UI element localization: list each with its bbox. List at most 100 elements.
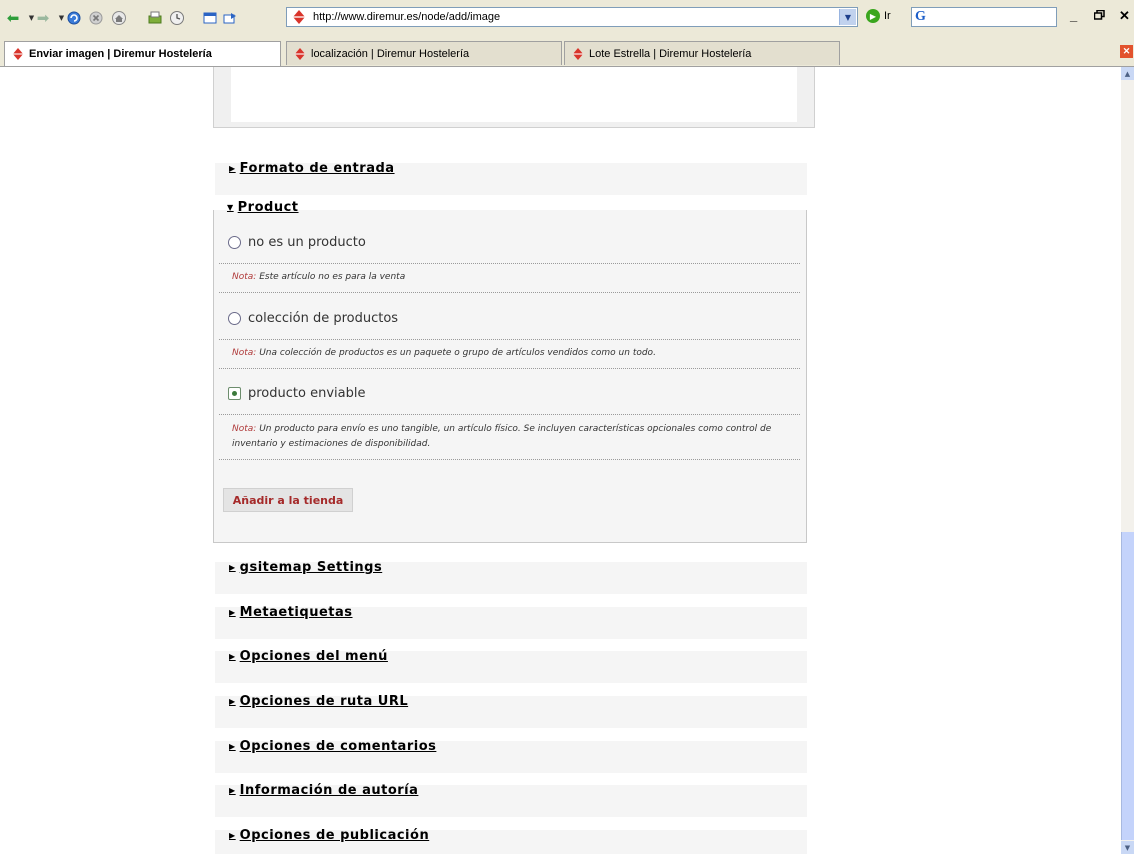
triangle-right-icon: ▶ <box>229 786 236 795</box>
tab-lote-estrella[interactable]: Lote Estrella | Diremur Hostelería <box>564 41 840 65</box>
chevron-down-icon: ▼ <box>844 12 852 22</box>
tab-localizacion[interactable]: localización | Diremur Hostelería <box>286 41 562 65</box>
add-to-store-button[interactable]: Añadir a la tienda <box>223 488 353 512</box>
divider <box>219 414 800 415</box>
print-icon <box>148 11 162 24</box>
body-textarea[interactable] <box>231 67 797 122</box>
send-icon <box>223 13 236 24</box>
fieldset-toggle[interactable]: ▶ Metaetiquetas <box>229 605 353 620</box>
fieldset-gsitemap: ▶ gsitemap Settings <box>215 560 807 594</box>
fieldset-legend[interactable]: Opciones de publicación <box>240 828 430 843</box>
chevron-down-icon: ▼ <box>58 14 65 22</box>
new-window-button[interactable] <box>201 9 219 27</box>
tab-label: Lote Estrella | Diremur Hostelería <box>589 47 752 60</box>
triangle-right-icon: ▶ <box>229 697 236 706</box>
fieldset-legend[interactable]: gsitemap Settings <box>240 560 383 575</box>
site-logo-icon <box>572 47 584 60</box>
home-icon <box>112 11 126 25</box>
forward-button[interactable]: ➡ <box>34 9 52 27</box>
refresh-button[interactable] <box>65 9 83 27</box>
back-arrow-icon: ⬅ <box>6 9 20 27</box>
fieldset-toggle[interactable]: ▶ Opciones del menú <box>229 649 388 664</box>
home-button[interactable] <box>110 9 128 27</box>
fieldset-legend[interactable]: Opciones del menú <box>240 649 388 664</box>
note-label: Nota: <box>232 424 257 434</box>
fieldset-toggle[interactable]: ▶ Formato de entrada <box>229 161 395 176</box>
fieldset-legend[interactable]: Opciones de comentarios <box>240 739 437 754</box>
go-arrow-icon: ▶ <box>866 9 880 23</box>
scroll-up-button[interactable]: ▲ <box>1121 67 1134 80</box>
note-text: Una colección de productos es un paquete… <box>259 348 656 358</box>
triangle-right-icon: ▶ <box>229 164 236 173</box>
fieldset-toggle[interactable]: ▶ gsitemap Settings <box>229 560 382 575</box>
fieldset-toggle[interactable]: ▼ Product <box>227 200 299 215</box>
fieldset-toggle[interactable]: ▶ Opciones de comentarios <box>229 739 436 754</box>
fieldset-legend[interactable]: Formato de entrada <box>240 161 395 176</box>
divider <box>219 459 800 460</box>
restore-button[interactable] <box>1093 9 1105 23</box>
fieldset-toggle[interactable]: ▶ Opciones de publicación <box>229 828 429 843</box>
note-text: Este artículo no es para la venta <box>259 272 406 282</box>
help-note: Nota: Este artículo no es para la venta <box>232 270 792 285</box>
triangle-right-icon: ▶ <box>229 563 236 572</box>
note-text: Un producto para envío es uno tangible, … <box>232 424 772 449</box>
stop-icon <box>89 11 103 25</box>
refresh-icon <box>67 11 81 25</box>
radio-button[interactable] <box>228 236 241 249</box>
radio-coleccion-productos[interactable]: colección de productos <box>228 311 398 326</box>
go-button[interactable]: ▶ Ir <box>866 9 891 23</box>
history-button[interactable] <box>168 9 186 27</box>
tab-enviar-imagen[interactable]: Enviar imagen | Diremur Hostelería <box>4 41 281 66</box>
address-dropdown[interactable]: ▼ <box>839 9 856 25</box>
back-button[interactable]: ⬅ <box>4 9 22 27</box>
close-tab-button[interactable]: ✕ <box>1120 45 1133 58</box>
tab-label: Enviar imagen | Diremur Hostelería <box>29 48 212 60</box>
radio-no-producto[interactable]: no es un producto <box>228 235 366 250</box>
vertical-scrollbar[interactable]: ▲ ▼ <box>1121 67 1134 854</box>
chevron-up-icon: ▲ <box>1124 69 1131 78</box>
fieldset-legend[interactable]: Product <box>238 200 299 215</box>
address-bar[interactable]: http://www.diremur.es/node/add/image ▼ <box>286 7 858 27</box>
google-logo-icon: G <box>915 9 926 24</box>
stop-button[interactable] <box>87 9 105 27</box>
fieldset-opciones-menu: ▶ Opciones del menú <box>215 649 807 683</box>
minimize-button[interactable]: _ <box>1070 8 1077 23</box>
google-search-box[interactable]: G <box>911 7 1057 27</box>
go-label: Ir <box>884 10 891 22</box>
radio-producto-enviable[interactable]: producto enviable <box>228 386 365 401</box>
triangle-right-icon: ▶ <box>229 742 236 751</box>
address-url[interactable]: http://www.diremur.es/node/add/image <box>313 11 500 23</box>
close-icon: ✕ <box>1122 46 1131 56</box>
fieldset-informacion-autoria: ▶ Información de autoría <box>215 783 807 817</box>
fieldset-toggle[interactable]: ▶ Información de autoría <box>229 783 418 798</box>
fieldset-legend[interactable]: Metaetiquetas <box>240 605 353 620</box>
close-window-button[interactable]: ✕ <box>1119 8 1130 24</box>
send-page-button[interactable] <box>221 9 239 27</box>
radio-button-checked[interactable] <box>228 387 241 400</box>
help-note: Nota: Un producto para envío es uno tang… <box>232 422 792 452</box>
site-logo-icon <box>12 48 24 60</box>
fieldset-legend[interactable]: Opciones de ruta URL <box>240 694 408 709</box>
browser-toolbar: ⬅ ▼ ➡ ▼ http://www.diremur.es/node/add/i… <box>0 0 1134 39</box>
clock-icon <box>170 11 184 25</box>
restore-icon <box>1093 9 1105 20</box>
fieldset-opciones-comentarios: ▶ Opciones de comentarios <box>215 739 807 773</box>
window-icon <box>203 12 217 24</box>
forward-arrow-icon: ➡ <box>36 9 50 27</box>
fieldset-opciones-publicacion: ▶ Opciones de publicación <box>215 828 807 854</box>
fieldset-toggle[interactable]: ▶ Opciones de ruta URL <box>229 694 408 709</box>
radio-label[interactable]: no es un producto <box>248 235 366 250</box>
divider <box>219 263 800 264</box>
divider <box>219 292 800 293</box>
scroll-down-button[interactable]: ▼ <box>1121 841 1134 854</box>
radio-label[interactable]: producto enviable <box>248 386 365 401</box>
fieldset-legend[interactable]: Información de autoría <box>240 783 419 798</box>
tab-bar: Enviar imagen | Diremur Hostelería local… <box>0 38 1134 67</box>
tab-label: localización | Diremur Hostelería <box>311 47 470 60</box>
print-button[interactable] <box>146 9 164 27</box>
divider <box>219 368 800 369</box>
scroll-thumb[interactable] <box>1121 532 1134 840</box>
radio-button[interactable] <box>228 312 241 325</box>
site-logo-icon <box>293 10 305 24</box>
radio-label[interactable]: colección de productos <box>248 311 398 326</box>
